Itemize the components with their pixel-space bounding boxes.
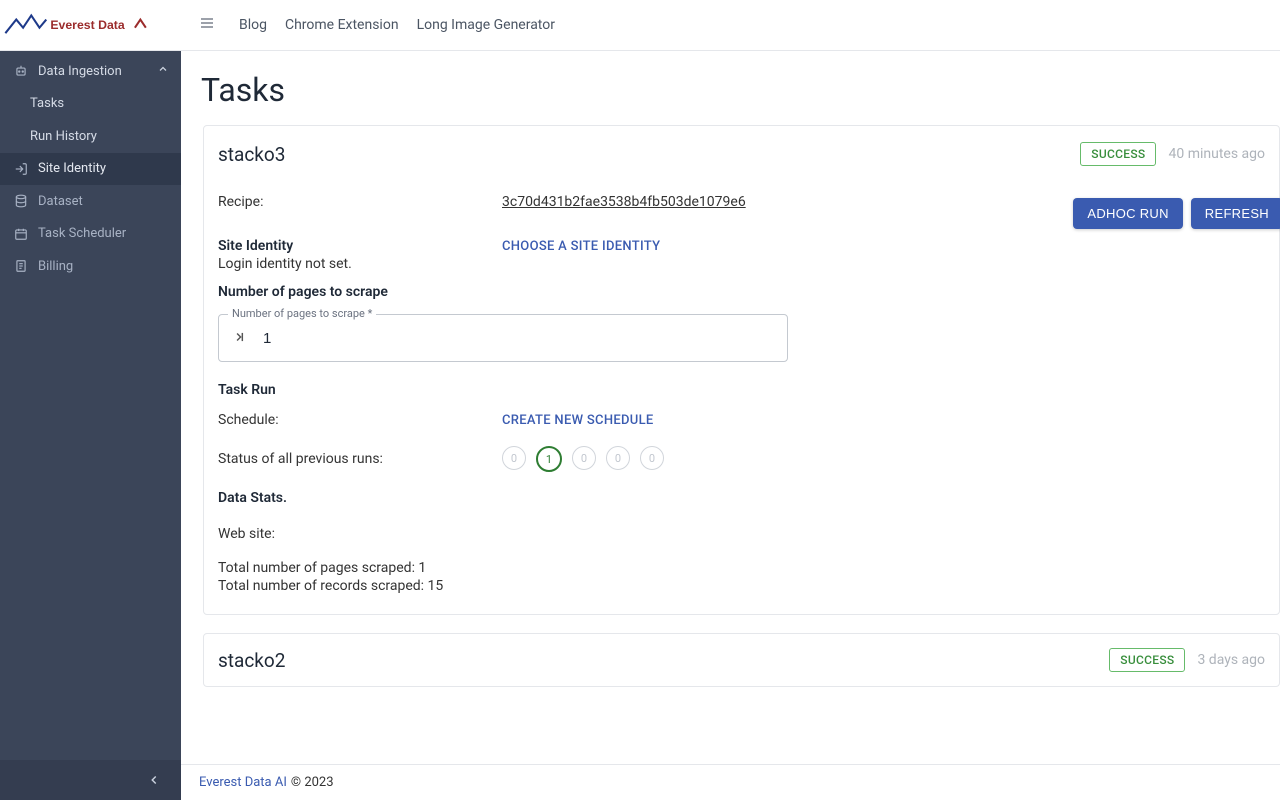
sidebar: Everest Data Data Ingestion Tasks Run Hi bbox=[0, 0, 181, 800]
task-timestamp: 3 days ago bbox=[1197, 652, 1265, 668]
sidebar-nav: Data Ingestion Tasks Run History Site Id… bbox=[0, 51, 181, 760]
task-card-2[interactable]: stacko2 SUCCESS 3 days ago bbox=[203, 633, 1280, 687]
sidebar-collapse-button[interactable] bbox=[0, 760, 181, 800]
task-name: stacko3 bbox=[218, 143, 285, 166]
sidebar-item-label: Dataset bbox=[38, 194, 83, 209]
database-icon bbox=[12, 194, 30, 208]
task-run-heading: Task Run bbox=[218, 382, 1265, 398]
total-pages-text: Total number of pages scraped: 1 bbox=[218, 560, 1265, 576]
pages-input[interactable] bbox=[263, 330, 773, 347]
adhoc-run-button[interactable]: ADHOC RUN bbox=[1073, 198, 1182, 229]
hamburger-icon[interactable] bbox=[199, 15, 215, 35]
sidebar-item-run-history[interactable]: Run History bbox=[0, 120, 181, 153]
sidebar-item-task-scheduler[interactable]: Task Scheduler bbox=[0, 218, 181, 251]
topbar-link-chrome-extension[interactable]: Chrome Extension bbox=[285, 17, 399, 33]
prev-runs-label: Status of all previous runs: bbox=[218, 451, 502, 467]
topbar-link-long-image-generator[interactable]: Long Image Generator bbox=[417, 17, 555, 33]
sidebar-item-dataset[interactable]: Dataset bbox=[0, 185, 181, 218]
sidebar-group-data-ingestion[interactable]: Data Ingestion bbox=[0, 55, 181, 88]
web-site-label: Web site: bbox=[218, 526, 1265, 542]
calendar-icon bbox=[12, 227, 30, 241]
task-card-1: stacko3 SUCCESS 40 minutes ago Recipe: 3… bbox=[203, 125, 1280, 615]
page-title: Tasks bbox=[201, 71, 1280, 109]
total-records-text: Total number of records scraped: 15 bbox=[218, 578, 1265, 594]
run-status-circle[interactable]: 0 bbox=[572, 446, 596, 470]
login-icon bbox=[12, 162, 30, 176]
task-name: stacko2 bbox=[218, 649, 285, 672]
recipe-label: Recipe: bbox=[218, 194, 502, 210]
run-status-circle[interactable]: 0 bbox=[606, 446, 630, 470]
refresh-button[interactable]: REFRESH bbox=[1191, 198, 1280, 229]
sidebar-item-label: Site Identity bbox=[38, 161, 106, 176]
status-badge: SUCCESS bbox=[1109, 648, 1185, 672]
sidebar-item-tasks[interactable]: Tasks bbox=[0, 88, 181, 121]
sidebar-group-label: Data Ingestion bbox=[38, 64, 122, 79]
brand-logo[interactable]: Everest Data bbox=[0, 0, 181, 51]
sidebar-item-label: Task Scheduler bbox=[38, 226, 126, 241]
pages-to-scrape-heading: Number of pages to scrape bbox=[218, 284, 1265, 300]
sidebar-item-site-identity[interactable]: Site Identity bbox=[0, 153, 181, 186]
robot-icon bbox=[12, 64, 30, 78]
sidebar-item-billing[interactable]: Billing bbox=[0, 250, 181, 283]
sidebar-item-label: Tasks bbox=[30, 96, 64, 111]
create-schedule-button[interactable]: CREATE NEW SCHEDULE bbox=[502, 413, 654, 428]
run-status-circle[interactable]: 0 bbox=[640, 446, 664, 470]
task-timestamp: 40 minutes ago bbox=[1168, 146, 1265, 162]
footer-link[interactable]: Everest Data AI bbox=[199, 775, 287, 790]
login-identity-text: Login identity not set. bbox=[218, 256, 1265, 272]
topbar: Blog Chrome Extension Long Image Generat… bbox=[181, 0, 1280, 51]
footer: Everest Data AI © 2023 bbox=[181, 764, 1280, 800]
recipe-link[interactable]: 3c70d431b2fae3538b4fb503de1079e6 bbox=[502, 194, 746, 210]
run-status-circle[interactable]: 0 bbox=[502, 446, 526, 470]
svg-text:Everest Data: Everest Data bbox=[50, 18, 124, 32]
run-status-circle[interactable]: 1 bbox=[536, 446, 562, 472]
schedule-label: Schedule: bbox=[218, 412, 502, 428]
arrow-end-icon bbox=[233, 329, 247, 348]
footer-copyright: © 2023 bbox=[291, 775, 334, 790]
status-badge: SUCCESS bbox=[1080, 142, 1156, 166]
input-float-label: Number of pages to scrape * bbox=[228, 307, 376, 320]
chevron-left-icon bbox=[147, 773, 161, 787]
sidebar-item-label: Billing bbox=[38, 259, 73, 274]
site-identity-label: Site Identity bbox=[218, 238, 502, 254]
invoice-icon bbox=[12, 259, 30, 273]
choose-site-identity-button[interactable]: CHOOSE A SITE IDENTITY bbox=[502, 239, 660, 254]
sidebar-item-label: Run History bbox=[30, 129, 97, 144]
data-stats-heading: Data Stats. bbox=[218, 490, 1265, 506]
chevron-up-icon bbox=[157, 63, 169, 79]
topbar-link-blog[interactable]: Blog bbox=[239, 17, 267, 33]
